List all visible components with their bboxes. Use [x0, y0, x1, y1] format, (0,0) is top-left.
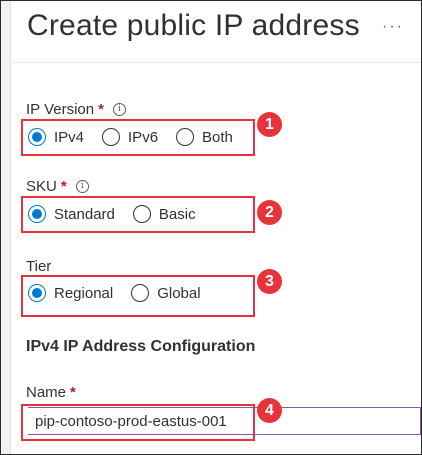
info-icon[interactable]: i: [112, 103, 126, 116]
radio-button[interactable]: [131, 284, 150, 302]
required-marker: *: [98, 101, 104, 118]
radio-both[interactable]: Both: [176, 128, 233, 146]
name-input-value[interactable]: pip-contoso-prod-eastus-001: [35, 413, 227, 430]
callout-badge-1: 1: [257, 112, 282, 137]
ipv4-config-heading: IPv4 IP Address Configuration: [26, 338, 256, 355]
callout-badge-2: 2: [257, 200, 282, 225]
radio-ipv6[interactable]: IPv6: [102, 128, 158, 146]
sku-label: SKU * i: [26, 178, 89, 195]
callout-badge-3: 3: [257, 269, 282, 294]
radio-button[interactable]: [28, 128, 46, 146]
radio-button[interactable]: [132, 205, 151, 223]
callout-badge-4: 4: [257, 398, 282, 423]
name-label-text: Name: [26, 384, 67, 401]
radio-label: Standard: [54, 205, 115, 223]
title-divider: [10, 62, 421, 63]
radio-basic[interactable]: Basic: [132, 205, 196, 223]
info-icon[interactable]: i: [75, 180, 89, 193]
radio-standard[interactable]: Standard: [28, 205, 115, 223]
tier-label-text: Tier: [26, 258, 52, 275]
tier-label: Tier: [26, 258, 51, 275]
radio-regional[interactable]: Regional: [28, 284, 113, 302]
radio-label: IPv6: [128, 128, 159, 146]
radio-button[interactable]: [176, 128, 195, 146]
radio-label: Global: [157, 284, 201, 302]
left-edge-strip: [1, 1, 11, 454]
radio-label: IPv4: [54, 128, 85, 146]
sku-radio-group: Standard Basic: [28, 205, 196, 223]
radio-label: Regional: [54, 284, 114, 302]
tier-radio-group: Regional Global: [28, 284, 201, 302]
required-marker: *: [70, 384, 76, 401]
ip-version-radio-group: IPv4 IPv6 Both: [28, 128, 233, 146]
radio-button[interactable]: [102, 128, 121, 146]
required-marker: *: [60, 178, 67, 195]
radio-label: Basic: [158, 205, 196, 223]
radio-global[interactable]: Global: [131, 284, 201, 302]
more-options-button[interactable]: ···: [382, 18, 404, 36]
ip-version-label: IP Version * i: [26, 101, 126, 118]
radio-button[interactable]: [28, 205, 46, 223]
ip-version-label-text: IP Version: [26, 101, 95, 118]
name-label: Name *: [26, 384, 76, 401]
radio-ipv4[interactable]: IPv4: [28, 128, 84, 146]
radio-label: Both: [202, 128, 233, 146]
radio-button[interactable]: [28, 284, 46, 302]
page-title: Create public IP address: [27, 9, 360, 42]
sku-label-text: SKU: [26, 178, 57, 195]
